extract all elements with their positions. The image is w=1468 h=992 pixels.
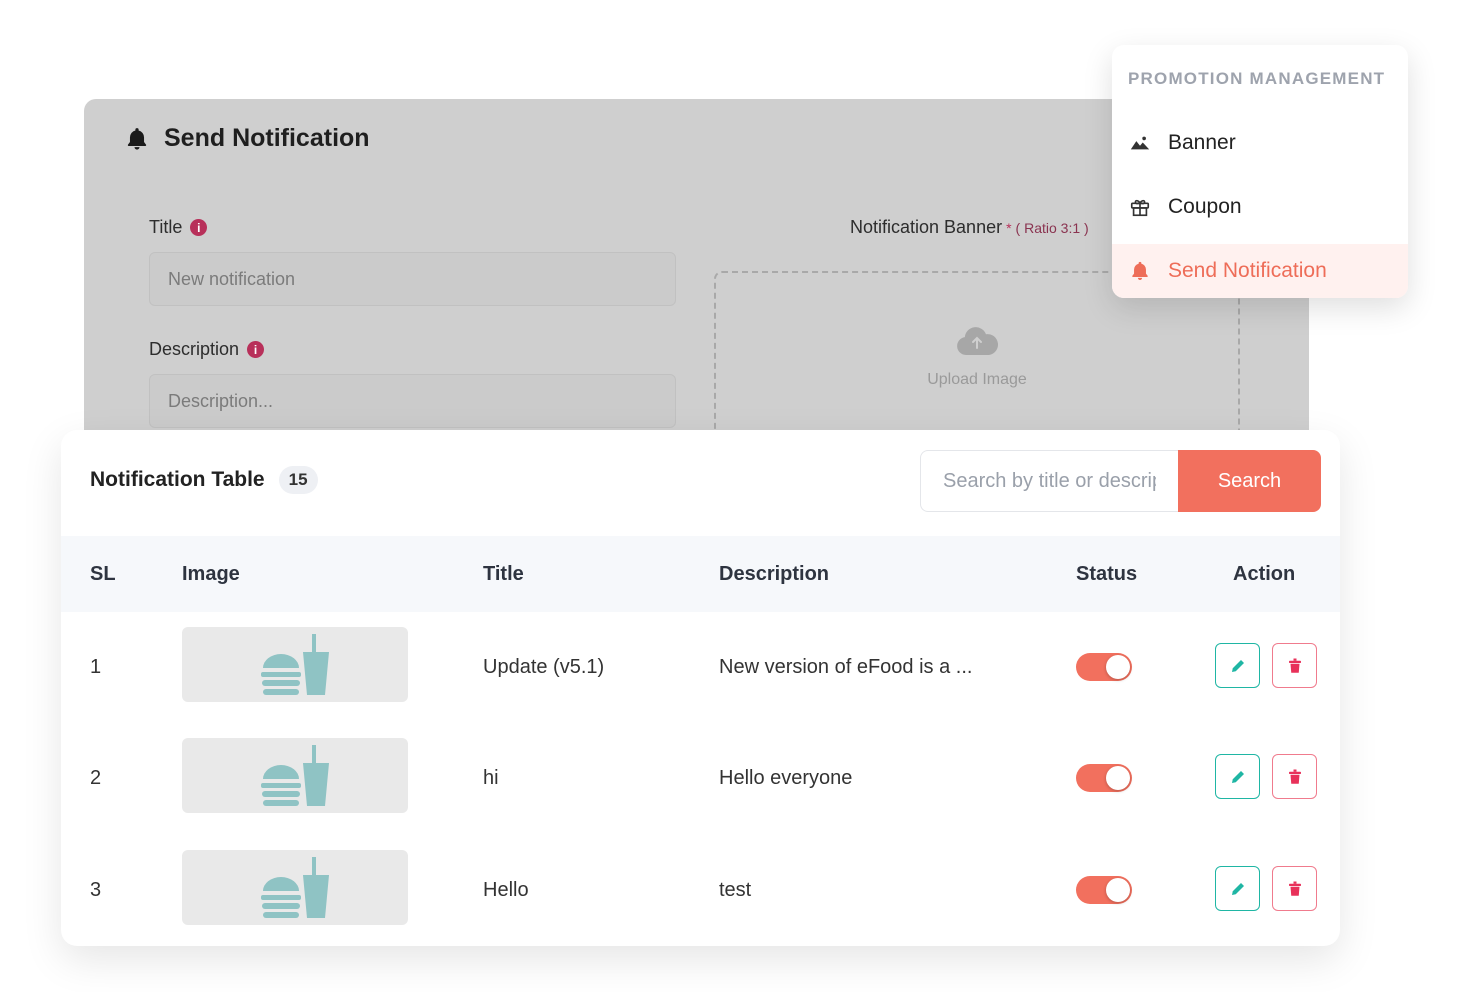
table-row: 2 hi Hello everyone <box>61 723 1340 834</box>
food-placeholder-icon <box>261 856 329 918</box>
status-toggle[interactable] <box>1076 653 1132 681</box>
cloud-upload-icon <box>957 327 999 355</box>
row-description: New version of eFood is a ... <box>719 656 973 678</box>
pencil-icon <box>1231 770 1244 783</box>
required-marker: * <box>1006 219 1012 236</box>
count-badge: 15 <box>278 466 318 494</box>
table-title: Notification Table <box>90 468 265 491</box>
table-row: 1 Update (v5.1) New version of eFood is … <box>61 612 1340 723</box>
notification-image <box>182 850 408 925</box>
menu-item-label: Send Notification <box>1168 259 1327 282</box>
notification-table-card: Notification Table 15 Search SL Image Ti… <box>61 430 1340 946</box>
pencil-icon <box>1231 882 1244 895</box>
menu-item-send-notification[interactable]: Send Notification <box>1112 244 1408 298</box>
pencil-icon <box>1231 659 1244 672</box>
notification-image <box>182 738 408 813</box>
title-label: Title i <box>149 217 208 238</box>
row-title: Update (v5.1) <box>483 656 605 678</box>
upload-content: Upload Image <box>716 325 1238 389</box>
menu-item-banner[interactable]: Banner <box>1112 116 1408 170</box>
column-header-action: Action <box>1233 562 1296 585</box>
column-header-sl: SL <box>90 562 116 585</box>
description-label: Description i <box>149 339 265 360</box>
bell-icon <box>1128 259 1152 283</box>
status-toggle[interactable] <box>1076 876 1132 904</box>
edit-button[interactable] <box>1215 866 1260 911</box>
row-sl: 2 <box>90 767 102 789</box>
food-placeholder-icon <box>261 744 329 806</box>
toggle-knob <box>1106 766 1130 790</box>
edit-button[interactable] <box>1215 754 1260 799</box>
gift-icon <box>1128 195 1152 219</box>
title-input[interactable]: New notification <box>149 252 676 306</box>
search-bar: Search <box>920 450 1321 512</box>
menu-item-label: Coupon <box>1168 195 1242 218</box>
column-header-title: Title <box>483 562 524 585</box>
toggle-knob <box>1106 878 1130 902</box>
banner-label-text: Notification Banner <box>850 217 1003 237</box>
trash-icon <box>1288 658 1301 673</box>
row-title: Hello <box>483 879 529 901</box>
row-sl: 3 <box>90 879 102 901</box>
description-label-text: Description <box>149 339 240 359</box>
image-icon <box>1128 131 1152 155</box>
ratio-hint: ( Ratio 3:1 ) <box>1015 219 1089 236</box>
info-icon[interactable]: i <box>247 341 265 358</box>
banner-label: Notification Banner * ( Ratio 3:1 ) <box>850 217 1089 238</box>
delete-button[interactable] <box>1272 754 1317 799</box>
description-input[interactable]: Description... <box>149 374 676 428</box>
title-label-text: Title <box>149 217 183 237</box>
column-header-status: Status <box>1076 562 1138 585</box>
food-placeholder-icon <box>261 633 329 695</box>
delete-button[interactable] <box>1272 866 1317 911</box>
toggle-knob <box>1106 655 1130 679</box>
menu-item-coupon[interactable]: Coupon <box>1112 180 1408 234</box>
row-description: Hello everyone <box>719 767 853 789</box>
form-title: Send Notification <box>164 124 370 152</box>
search-button[interactable]: Search <box>1178 450 1321 512</box>
table-header: SL Image Title Description Status Action <box>61 536 1340 612</box>
form-header: Send Notification <box>124 124 370 153</box>
upload-image-text: Upload Image <box>927 371 1027 388</box>
bell-icon <box>124 126 150 152</box>
trash-icon <box>1288 769 1301 784</box>
column-header-description: Description <box>719 562 830 585</box>
promotion-management-menu: PROMOTION MANAGEMENT Banner Coupon Send … <box>1112 45 1408 298</box>
status-toggle[interactable] <box>1076 764 1132 792</box>
edit-button[interactable] <box>1215 643 1260 688</box>
menu-heading: PROMOTION MANAGEMENT <box>1128 69 1386 88</box>
column-header-image: Image <box>182 562 240 585</box>
row-title: hi <box>483 767 499 789</box>
trash-icon <box>1288 881 1301 896</box>
row-description: test <box>719 879 752 901</box>
search-input[interactable] <box>920 450 1178 512</box>
row-sl: 1 <box>90 656 102 678</box>
table-row: 3 Hello test <box>61 835 1340 946</box>
notification-image <box>182 627 408 702</box>
menu-item-label: Banner <box>1168 131 1236 154</box>
delete-button[interactable] <box>1272 643 1317 688</box>
info-icon[interactable]: i <box>190 219 208 236</box>
table-header-bar: Notification Table 15 <box>90 466 318 494</box>
